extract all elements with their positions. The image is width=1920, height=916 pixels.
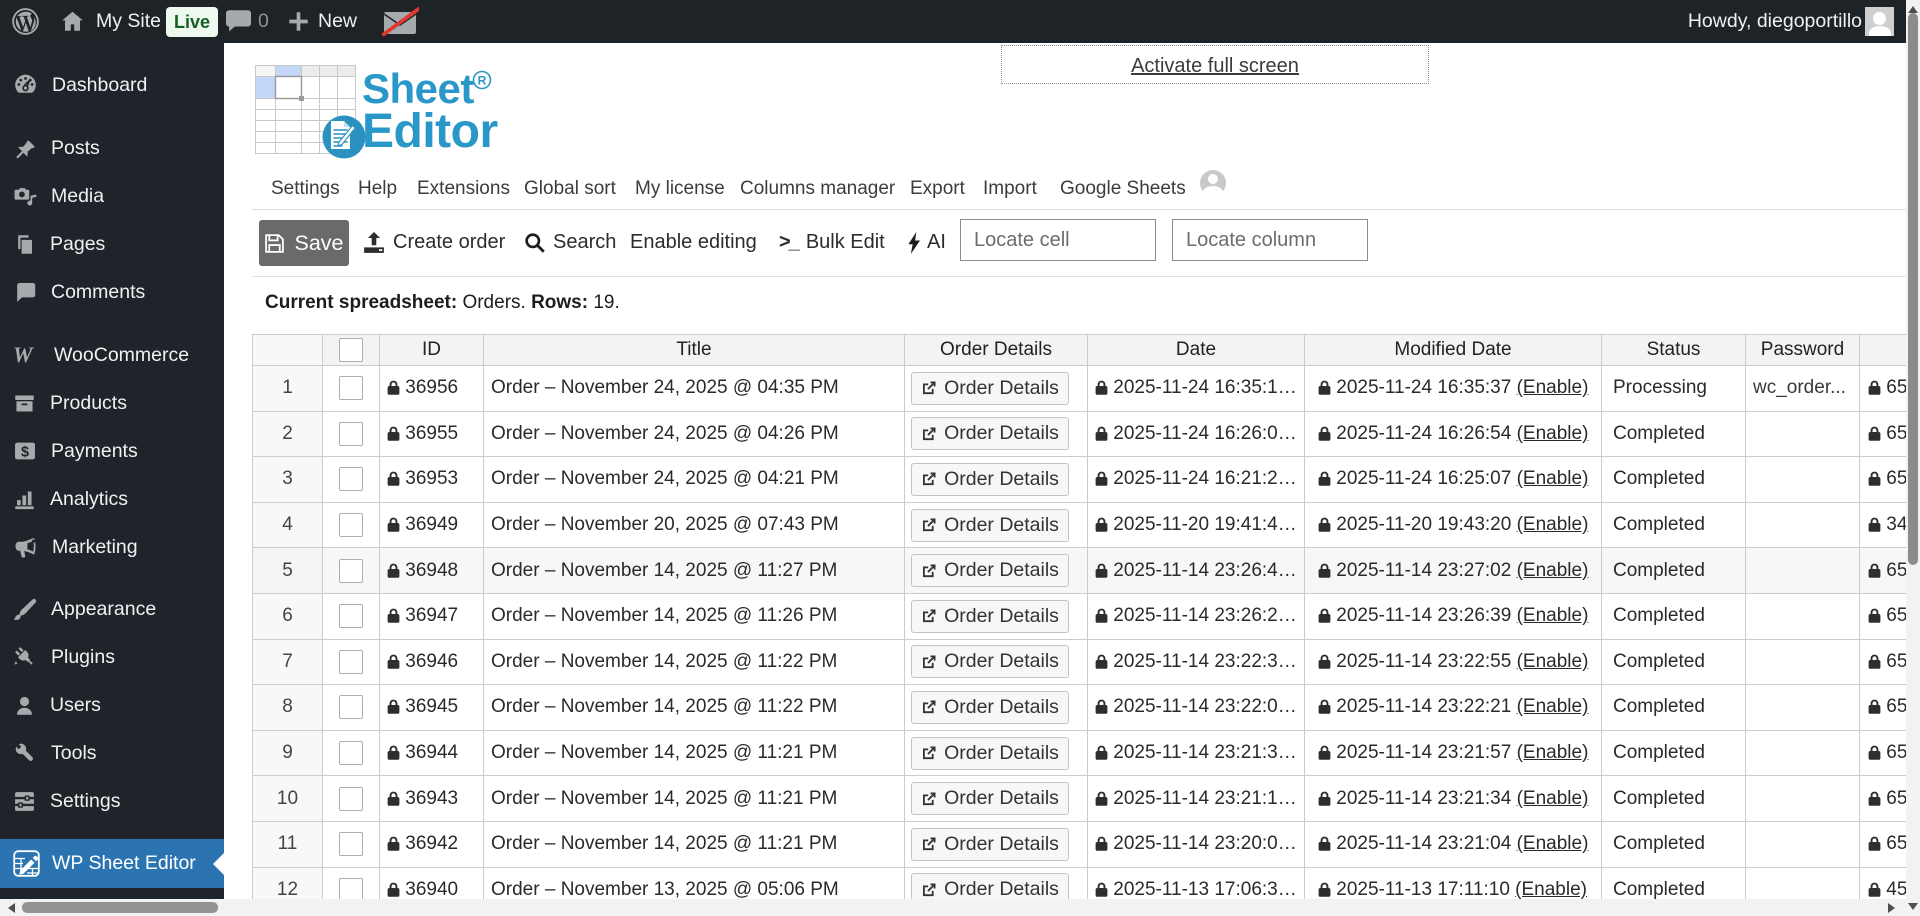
svg-text:R: R	[478, 74, 487, 88]
svg-text:W: W	[13, 344, 34, 366]
svg-text:$: $	[21, 445, 29, 461]
svg-text:Editor: Editor	[362, 105, 498, 158]
